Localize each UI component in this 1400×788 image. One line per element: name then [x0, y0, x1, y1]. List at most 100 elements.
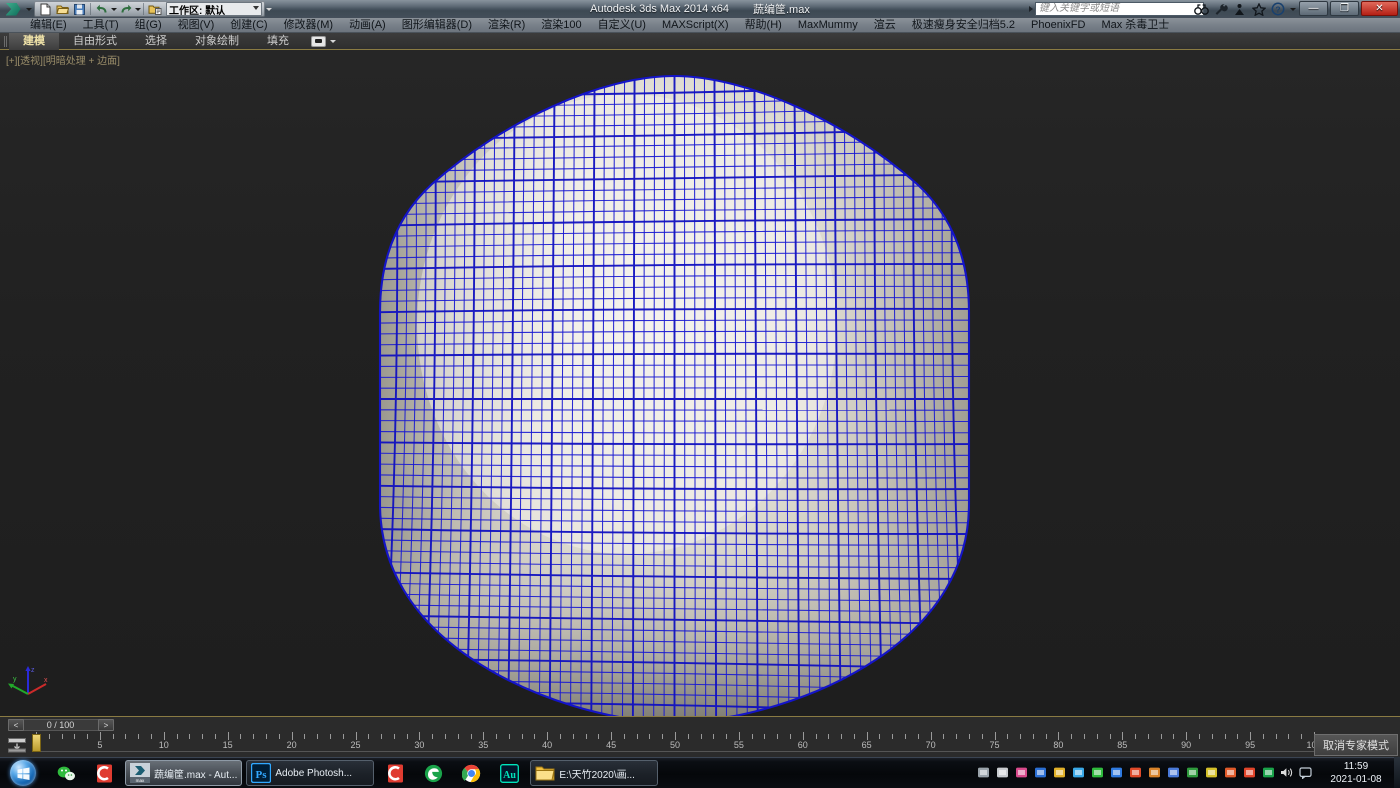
cdr2-taskbar-icon[interactable]	[378, 760, 412, 786]
next-frame-button[interactable]: >	[98, 719, 114, 731]
viewport-label[interactable]: [+][透视][明暗处理 + 边面]	[6, 52, 120, 67]
menu-item-6[interactable]: 动画(A)	[341, 18, 394, 33]
new-file-icon[interactable]	[37, 2, 54, 16]
menu-item-2[interactable]: 组(G)	[127, 18, 170, 33]
max-taskbar-button[interactable]: max蔬编筐.max - Aut...	[125, 760, 242, 786]
clipboard-icon[interactable]	[1146, 765, 1162, 781]
undo-icon[interactable]	[93, 2, 110, 16]
help-icon[interactable]: ?	[1270, 2, 1285, 17]
menu-item-11[interactable]: MAXScript(X)	[654, 18, 737, 33]
workspace-selector[interactable]: 工作区: 默认	[166, 2, 262, 16]
ribbon-tab-3[interactable]: 对象绘制	[181, 33, 253, 50]
ruler-tick	[867, 732, 868, 740]
maximize-button[interactable]: ❐	[1330, 1, 1359, 16]
explorer-taskbar-button[interactable]: E:\天竹2020\画...	[530, 760, 658, 786]
star-icon[interactable]	[1251, 2, 1266, 17]
ruler-tick	[560, 734, 561, 739]
wrench-icon[interactable]	[1213, 2, 1228, 17]
menu-item-7[interactable]: 图形编辑器(D)	[394, 18, 480, 33]
cancel-expert-mode-button[interactable]: 取消专家模式	[1314, 734, 1398, 756]
menu-item-0[interactable]: 编辑(E)	[22, 18, 75, 33]
wechat-taskbar-icon[interactable]	[49, 760, 83, 786]
ruler-tick	[496, 734, 497, 739]
menu-item-10[interactable]: 自定义(U)	[590, 18, 654, 33]
cdr-taskbar-icon[interactable]	[87, 760, 121, 786]
menu-item-8[interactable]: 渲染(R)	[480, 18, 533, 33]
ribbon-display-icon[interactable]	[311, 36, 326, 47]
menu-item-3[interactable]: 视图(V)	[170, 18, 223, 33]
ribbon-tab-4[interactable]: 填充	[253, 33, 303, 50]
menu-item-16[interactable]: PhoenixFD	[1023, 18, 1093, 33]
help-dropdown-icon[interactable]	[1289, 0, 1296, 18]
wechat-tray-icon[interactable]	[1089, 765, 1105, 781]
ruler-label-75: 75	[989, 740, 999, 750]
track-bar[interactable]: 5101520253035404550556065707580859095100	[0, 732, 1400, 757]
photoshop-taskbar-button[interactable]: PsAdobe Photosh...	[246, 760, 374, 786]
security-icon[interactable]	[1108, 765, 1124, 781]
printer-icon[interactable]	[975, 765, 991, 781]
ruler-tick	[177, 734, 178, 739]
frame-ruler[interactable]: 5101520253035404550556065707580859095100	[36, 732, 1314, 754]
ribbon-display-dropdown-icon[interactable]	[329, 32, 336, 50]
time-slider-handle[interactable]	[32, 734, 41, 752]
redo-dropdown-icon[interactable]	[134, 2, 141, 16]
start-button[interactable]	[1, 759, 45, 788]
menu-item-9[interactable]: 渲染100	[533, 18, 589, 33]
workspace-dropdown-icon[interactable]	[253, 6, 259, 10]
taskbar-clock[interactable]: 11:59 2021-01-08	[1320, 757, 1392, 788]
nvidia-icon[interactable]	[1013, 765, 1029, 781]
mail-icon[interactable]	[1203, 765, 1219, 781]
battery-icon[interactable]	[1051, 765, 1067, 781]
show-desktop-button[interactable]	[1394, 757, 1400, 788]
menu-item-4[interactable]: 创建(C)	[222, 18, 275, 33]
binoculars-icon[interactable]	[1194, 2, 1209, 17]
menu-item-12[interactable]: 帮助(H)	[737, 18, 790, 33]
edge-taskbar-icon[interactable]	[416, 760, 450, 786]
menu-item-17[interactable]: Max 杀毒卫士	[1093, 18, 1177, 33]
3dsmax-logo-icon[interactable]	[1, 0, 25, 18]
open-mini-curve-editor-icon[interactable]	[4, 735, 30, 754]
usb-eject-icon[interactable]	[994, 765, 1010, 781]
flame-icon[interactable]	[1222, 765, 1238, 781]
menu-item-1[interactable]: 工具(T)	[75, 18, 127, 33]
defender-icon[interactable]	[1241, 765, 1257, 781]
chrome-taskbar-icon[interactable]	[454, 760, 488, 786]
cloud-icon[interactable]	[1070, 765, 1086, 781]
menu-item-15[interactable]: 极速瘦身安全归档5.2	[904, 18, 1023, 33]
ruler-tick	[356, 732, 357, 740]
ruler-label-50: 50	[670, 740, 680, 750]
perspective-viewport[interactable]: [+][透视][明暗处理 + 边面]	[0, 50, 1400, 716]
network-icon[interactable]	[1165, 765, 1181, 781]
edge-tray-icon[interactable]	[1260, 765, 1276, 781]
prev-frame-button[interactable]: <	[8, 719, 24, 731]
qat-customize-caret-icon[interactable]	[265, 0, 272, 18]
close-button[interactable]: ✕	[1361, 1, 1398, 16]
application-menu-caret-icon[interactable]	[25, 0, 32, 18]
menu-item-13[interactable]: MaxMummy	[790, 18, 866, 33]
set-project-folder-icon[interactable]	[146, 2, 163, 16]
lan-icon[interactable]	[1032, 765, 1048, 781]
flash-icon[interactable]	[1127, 765, 1143, 781]
infocenter-icons: ?	[1194, 1, 1296, 17]
undo-dropdown-icon[interactable]	[110, 2, 117, 16]
redo-icon[interactable]	[117, 2, 134, 16]
character-icon[interactable]	[1232, 2, 1247, 17]
menu-item-14[interactable]: 渲云	[866, 18, 904, 33]
ribbon-tab-0[interactable]: 建模	[9, 33, 59, 50]
ribbon-tab-1[interactable]: 自由形式	[59, 33, 131, 50]
ribbon-tab-2[interactable]: 选择	[131, 33, 181, 50]
search-input[interactable]: 键入关键字或短语	[1035, 2, 1204, 16]
ribbon-grip[interactable]	[0, 33, 9, 50]
rounded-cube-mesh[interactable]	[377, 74, 972, 716]
shield-green-icon[interactable]	[1184, 765, 1200, 781]
audition-taskbar-icon[interactable]: Au	[492, 760, 526, 786]
ruler-tick	[828, 734, 829, 739]
system-tray	[975, 757, 1314, 788]
search-expand-icon[interactable]	[1026, 2, 1035, 16]
open-file-icon[interactable]	[54, 2, 71, 16]
action-center-icon[interactable]	[1298, 765, 1314, 781]
minimize-button[interactable]: —	[1299, 1, 1328, 16]
menu-item-5[interactable]: 修改器(M)	[276, 18, 342, 33]
volume-icon[interactable]	[1279, 765, 1295, 781]
save-file-icon[interactable]	[71, 2, 88, 16]
